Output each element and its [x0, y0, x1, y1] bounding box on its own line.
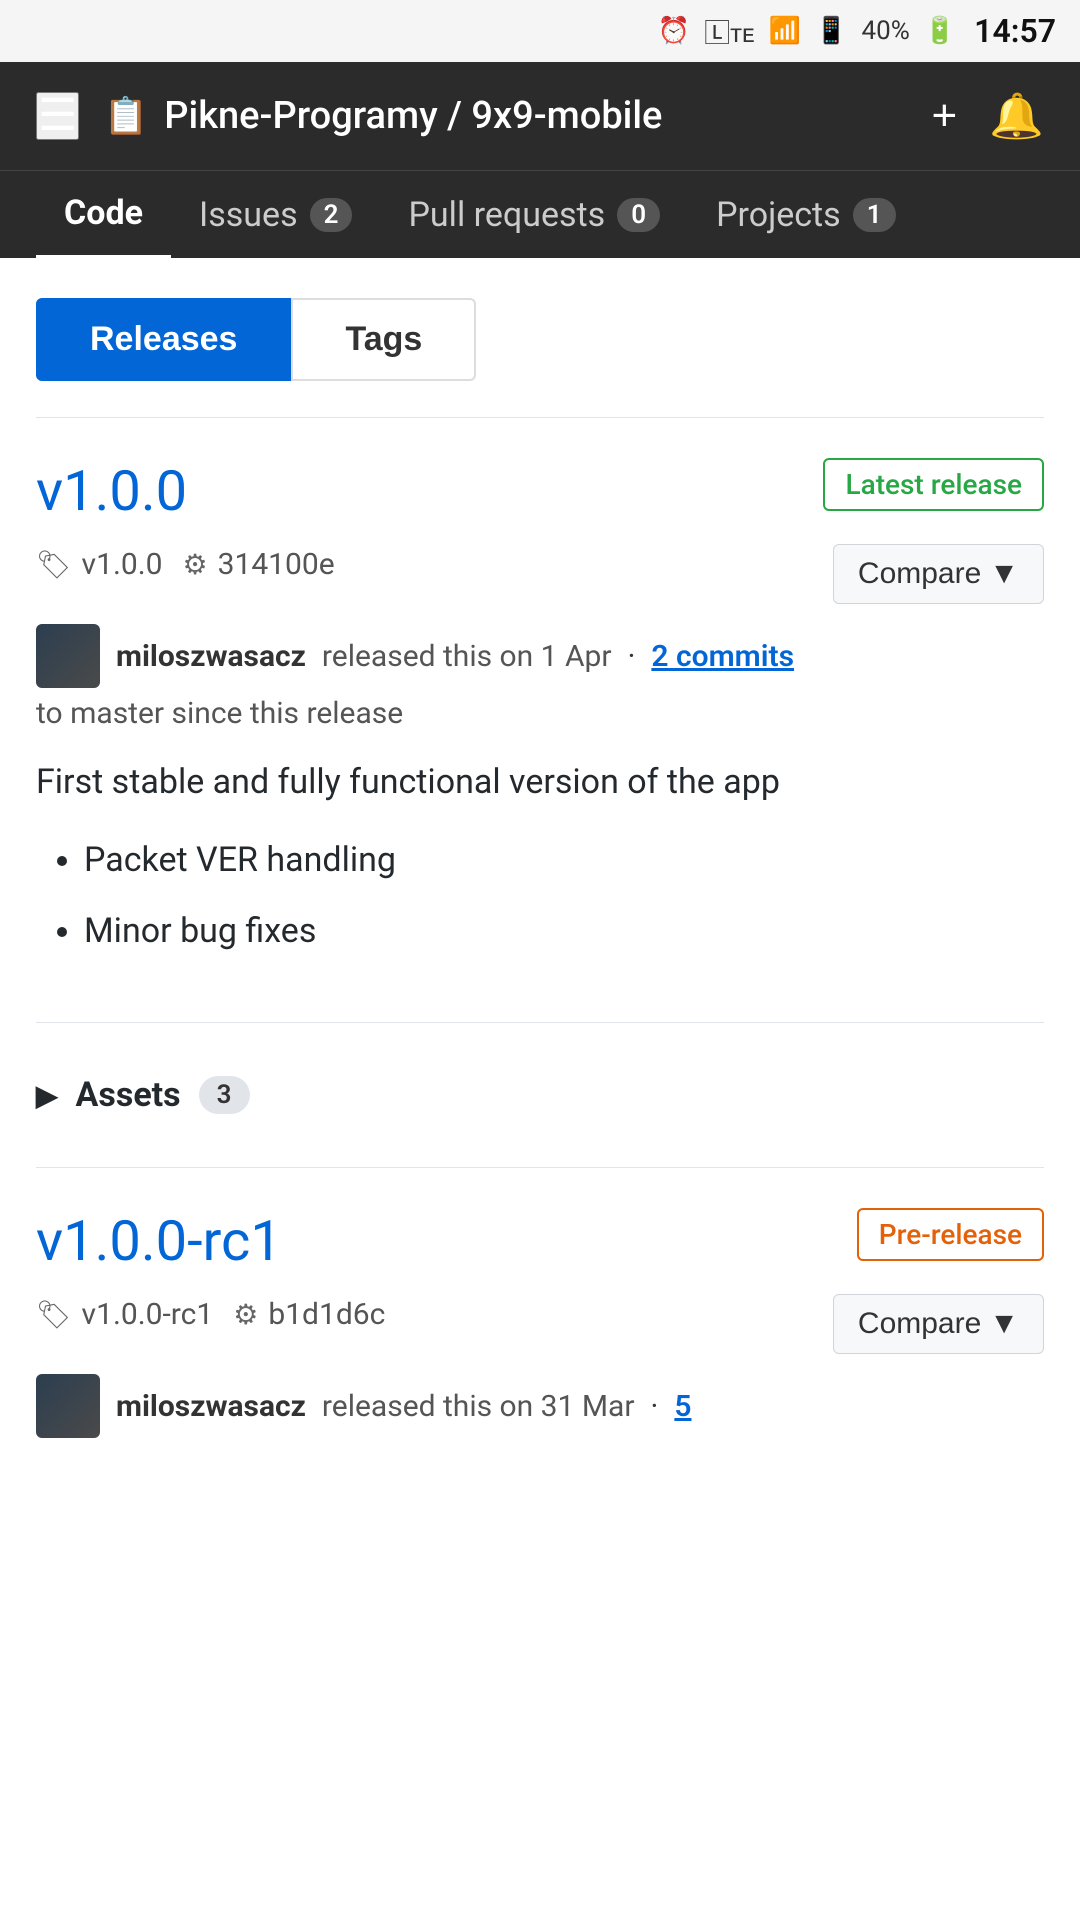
release-meta-rc1: 🏷 v1.0.0-rc1 ⚙ b1d1d6c: [36, 1297, 385, 1332]
author-row-rc1: miloszwasacz released this on 31 Mar · 5: [36, 1374, 1044, 1438]
tab-code-label: Code: [64, 193, 143, 233]
author-avatar-rc1: [36, 1374, 100, 1438]
compare-button-v1[interactable]: Compare ▼: [833, 544, 1044, 604]
compare-label-rc1: Compare: [858, 1307, 981, 1341]
release-meta-row-rc1: 🏷 v1.0.0-rc1 ⚙ b1d1d6c Compare ▼: [36, 1294, 1044, 1354]
divider-assets: [36, 1022, 1044, 1023]
status-bar: ⏰ 🄻ᴛᴇ 📶 📱 40% 🔋 14:57: [0, 0, 1080, 62]
notifications-button[interactable]: 🔔: [989, 90, 1044, 142]
tab-pull-requests[interactable]: Pull requests 0: [380, 173, 688, 257]
author-row-v1: miloszwasacz released this on 1 Apr · 2 …: [36, 624, 1044, 688]
divider-releases: [36, 1167, 1044, 1168]
release-v1-0-0: v1.0.0 Latest release 🏷 v1.0.0 ⚙ 314100e…: [36, 450, 1044, 990]
issues-badge: 2: [310, 198, 353, 232]
release-meta-row-v1: 🏷 v1.0.0 ⚙ 314100e Compare ▼: [36, 544, 1044, 604]
tabs-bar: Code Issues 2 Pull requests 0 Projects 1: [0, 170, 1080, 258]
tab-code[interactable]: Code: [36, 171, 171, 258]
status-time: 14:57: [974, 12, 1056, 50]
main-content: Releases Tags v1.0.0 Latest release 🏷 v1…: [0, 258, 1080, 1494]
author-name-v1[interactable]: miloszwasacz: [116, 639, 306, 674]
release-version-rc1[interactable]: v1.0.0-rc1: [36, 1208, 282, 1274]
assets-badge-v1: 3: [199, 1076, 250, 1114]
repo-title: 📋 Pikne-Programy / 9x9-mobile: [103, 94, 907, 138]
divider-top: [36, 417, 1044, 418]
hamburger-menu[interactable]: ☰: [36, 92, 79, 140]
lte-icon: 🄻ᴛᴇ: [704, 13, 755, 50]
release-date-rc1: released this on 31 Mar: [322, 1389, 635, 1424]
list-item-packet: Packet VER handling: [84, 833, 1044, 887]
bell-icon: 🔔: [989, 92, 1044, 141]
tag-meta-v1: 🏷 v1.0.0: [36, 547, 162, 582]
release-body-v1: First stable and fully functional versio…: [36, 755, 1044, 958]
compare-label-v1: Compare: [858, 557, 981, 591]
tags-toggle-button[interactable]: Tags: [291, 298, 476, 381]
navbar-actions: + 🔔: [932, 90, 1045, 142]
tab-issues[interactable]: Issues 2: [171, 173, 381, 257]
status-icons: ⏰ 🄻ᴛᴇ 📶 📱 40% 🔋: [658, 13, 956, 50]
tag-label-v1: v1.0.0: [82, 547, 163, 582]
assets-label-v1: Assets: [76, 1075, 181, 1115]
compare-chevron-v1: ▼: [989, 557, 1019, 591]
commit-meta-v1: ⚙ 314100e: [182, 547, 334, 582]
releases-toggle-button[interactable]: Releases: [36, 298, 291, 381]
release-version-v1[interactable]: v1.0.0: [36, 458, 187, 524]
release-date-v1: released this on 1 Apr: [322, 639, 612, 674]
release-body-text-v1: First stable and fully functional versio…: [36, 755, 1044, 809]
release-v1-0-0-rc1: v1.0.0-rc1 Pre-release 🏷 v1.0.0-rc1 ⚙ b1…: [36, 1200, 1044, 1454]
tab-pr-label: Pull requests: [408, 195, 605, 235]
prerelease-badge: Pre-release: [857, 1208, 1044, 1261]
latest-release-badge: Latest release: [823, 458, 1044, 511]
commits-link-rc1[interactable]: 5: [674, 1389, 691, 1424]
commits-detail-v1: to master since this release: [36, 696, 1044, 731]
battery-icon: 🔋: [924, 16, 956, 46]
assets-row-v1[interactable]: ▶ Assets 3: [36, 1055, 1044, 1135]
commit-icon-v1: ⚙: [182, 548, 207, 581]
compare-button-rc1[interactable]: Compare ▼: [833, 1294, 1044, 1354]
tag-icon-v1: 🏷: [36, 548, 72, 581]
wifi-icon: 📶: [769, 16, 801, 46]
battery-percent: 40%: [862, 16, 910, 46]
add-button[interactable]: +: [932, 91, 958, 141]
tag-icon-rc1: 🏷: [36, 1298, 72, 1331]
tag-label-rc1: v1.0.0-rc1: [82, 1297, 214, 1332]
dot-separator-v1: ·: [628, 639, 636, 674]
commit-hash-v1: 314100e: [218, 547, 335, 582]
compare-chevron-rc1: ▼: [989, 1307, 1019, 1341]
navbar: ☰ 📋 Pikne-Programy / 9x9-mobile + 🔔: [0, 62, 1080, 170]
commit-meta-rc1: ⚙ b1d1d6c: [233, 1297, 385, 1332]
plus-icon: +: [932, 91, 958, 140]
tab-projects-label: Projects: [716, 195, 841, 235]
release-list-v1: Packet VER handling Minor bug fixes: [36, 833, 1044, 958]
alarm-icon: ⏰: [658, 16, 690, 46]
signal-icon: 📱: [815, 16, 847, 46]
projects-badge: 1: [853, 198, 896, 232]
commits-link-v1[interactable]: 2 commits: [651, 639, 794, 674]
repo-icon: 📋: [103, 95, 148, 137]
tab-issues-label: Issues: [199, 195, 298, 235]
commit-icon-rc1: ⚙: [233, 1298, 258, 1331]
release-meta-v1: 🏷 v1.0.0 ⚙ 314100e: [36, 547, 335, 582]
pr-badge: 0: [617, 198, 660, 232]
dot-separator-rc1: ·: [651, 1389, 659, 1424]
list-item-bugfix: Minor bug fixes: [84, 904, 1044, 958]
author-avatar-v1: [36, 624, 100, 688]
tab-projects[interactable]: Projects 1: [688, 173, 924, 257]
avatar-img-rc1: [36, 1374, 100, 1438]
avatar-img-v1: [36, 624, 100, 688]
repo-path: Pikne-Programy / 9x9-mobile: [164, 94, 662, 138]
release-header-rc1: v1.0.0-rc1 Pre-release: [36, 1208, 1044, 1274]
assets-triangle-icon: ▶: [36, 1079, 58, 1112]
commit-hash-rc1: b1d1d6c: [268, 1297, 385, 1332]
toggle-row: Releases Tags: [36, 298, 1044, 381]
tag-meta-rc1: 🏷 v1.0.0-rc1: [36, 1297, 213, 1332]
author-name-rc1[interactable]: miloszwasacz: [116, 1389, 306, 1424]
release-header-v1: v1.0.0 Latest release: [36, 458, 1044, 524]
